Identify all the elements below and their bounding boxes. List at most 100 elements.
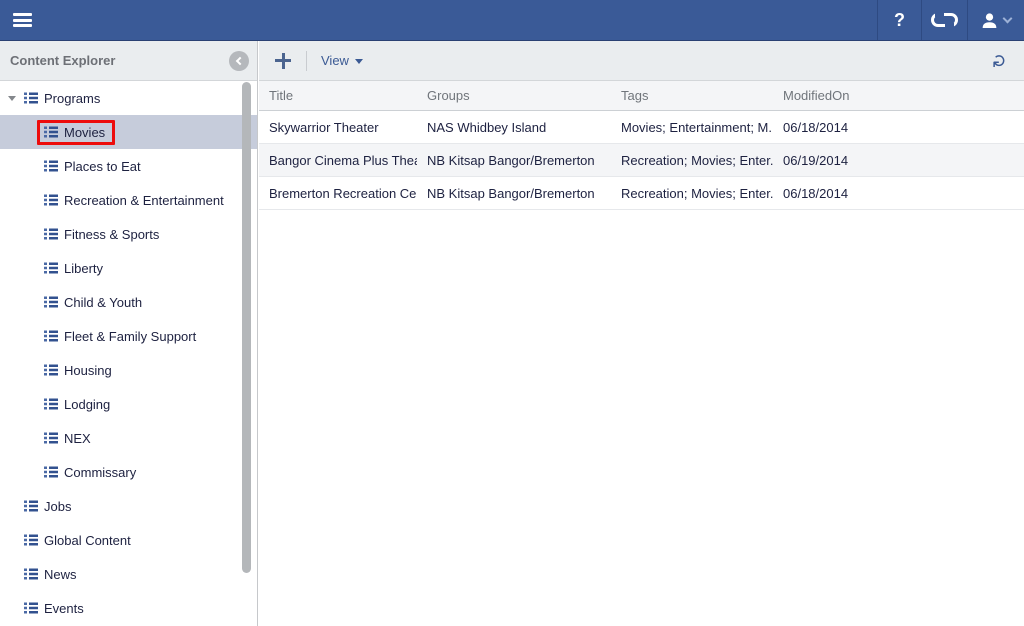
list-icon xyxy=(24,602,38,614)
sidebar-tree-item[interactable]: Liberty xyxy=(0,251,257,285)
list-icon xyxy=(44,466,58,478)
list-icon xyxy=(44,126,58,138)
user-menu-button[interactable] xyxy=(967,0,1024,40)
tree-item-inner: Fitness & Sports xyxy=(37,222,169,247)
sidebar-tree-item[interactable]: Movies xyxy=(0,115,257,149)
tree-item-inner: Programs xyxy=(17,86,110,111)
tree-item-label: Jobs xyxy=(44,499,71,514)
sidebar-tree-item[interactable]: Events xyxy=(0,591,257,625)
sidebar-tree-item[interactable]: Fleet & Family Support xyxy=(0,319,257,353)
tree-item-inner: Lodging xyxy=(37,392,120,417)
topbar-actions: ? xyxy=(877,0,1024,40)
sidebar-header: Content Explorer xyxy=(0,41,257,81)
sidebar-tree-item[interactable]: Child & Youth xyxy=(0,285,257,319)
sidebar-tree-item[interactable]: Housing xyxy=(0,353,257,387)
plus-icon xyxy=(275,53,291,69)
sidebar-tree-item[interactable]: Global Content xyxy=(0,523,257,557)
column-header[interactable]: Title xyxy=(259,88,417,103)
tree-item-label: Events xyxy=(44,601,84,616)
tree-item-inner: Recreation & Entertainment xyxy=(37,188,234,213)
tree-item-label: Lodging xyxy=(64,397,110,412)
sidebar-tree-item[interactable]: Places to Eat xyxy=(0,149,257,183)
help-button[interactable]: ? xyxy=(877,0,921,40)
hamburger-icon xyxy=(13,11,32,30)
chevron-down-icon xyxy=(1002,13,1012,23)
list-icon xyxy=(24,92,38,104)
list-icon xyxy=(44,194,58,206)
tree-item-inner: NEX xyxy=(37,426,101,451)
refresh-button[interactable]: ↻ xyxy=(988,48,1014,74)
sidebar-tree-item[interactable]: Lodging xyxy=(0,387,257,421)
table-cell: Bangor Cinema Plus Thea... xyxy=(259,153,417,168)
list-icon xyxy=(44,398,58,410)
column-header[interactable]: Groups xyxy=(417,88,611,103)
table-row[interactable]: Bremerton Recreation Ce...NB Kitsap Bang… xyxy=(259,177,1024,210)
tree-item-label: Liberty xyxy=(64,261,103,276)
tree-item-label: Places to Eat xyxy=(64,159,141,174)
tree-item-label: Recreation & Entertainment xyxy=(64,193,224,208)
sidebar-tree-item[interactable]: News xyxy=(0,557,257,591)
list-icon xyxy=(44,160,58,172)
tree-item-label: Child & Youth xyxy=(64,295,142,310)
tree-item-label: Programs xyxy=(44,91,100,106)
chevron-down-icon xyxy=(355,59,363,64)
preview-button[interactable] xyxy=(921,0,967,40)
add-button[interactable] xyxy=(270,48,296,74)
table-cell: 06/19/2014 xyxy=(773,153,1024,168)
table-body: Skywarrior TheaterNAS Whidbey IslandMovi… xyxy=(259,111,1024,210)
table-cell: Bremerton Recreation Ce... xyxy=(259,186,417,201)
table-cell: Recreation; Movies; Enter... xyxy=(611,186,773,201)
column-header[interactable]: Tags xyxy=(611,88,773,103)
list-icon xyxy=(24,500,38,512)
table-cell: Skywarrior Theater xyxy=(259,120,417,135)
table-row[interactable]: Skywarrior TheaterNAS Whidbey IslandMovi… xyxy=(259,111,1024,144)
sidebar-scrollbar-thumb[interactable] xyxy=(242,82,251,573)
main-toolbar: View ↻ xyxy=(259,41,1024,81)
tree-item-inner: Liberty xyxy=(37,256,113,281)
help-icon: ? xyxy=(894,10,905,31)
sidebar-tree-item[interactable]: Programs xyxy=(0,81,257,115)
sidebar-tree-item[interactable]: NEX xyxy=(0,421,257,455)
table-cell: Movies; Entertainment; M... xyxy=(611,120,773,135)
column-header[interactable]: ModifiedOn xyxy=(773,88,1024,103)
list-icon xyxy=(44,330,58,342)
sidebar-collapse-button[interactable] xyxy=(229,51,249,71)
table-header-row: TitleGroupsTagsModifiedOn xyxy=(259,81,1024,111)
tree-item-inner: Movies xyxy=(37,120,115,145)
top-app-bar: ? xyxy=(0,0,1024,41)
sidebar-tree-item[interactable]: Recreation & Entertainment xyxy=(0,183,257,217)
tree-item-inner: Fleet & Family Support xyxy=(37,324,206,349)
tree-item-inner: Child & Youth xyxy=(37,290,152,315)
tree-item-inner: Events xyxy=(17,596,94,621)
tree-item-label: Housing xyxy=(64,363,112,378)
sidebar-tree-item[interactable]: Jobs xyxy=(0,489,257,523)
user-icon xyxy=(982,13,997,28)
view-dropdown-button[interactable]: View xyxy=(321,53,363,68)
triangle-down-icon xyxy=(8,96,16,101)
table-cell: NAS Whidbey Island xyxy=(417,120,611,135)
content-explorer-sidebar: Content Explorer Programs Movies xyxy=(0,41,258,626)
tree-item-label: Movies xyxy=(64,125,105,140)
tree-item-label: Global Content xyxy=(44,533,131,548)
sidebar-tree-item[interactable]: Fitness & Sports xyxy=(0,217,257,251)
table-cell: 06/18/2014 xyxy=(773,120,1024,135)
tree-item-label: NEX xyxy=(64,431,91,446)
list-icon xyxy=(24,534,38,546)
chevron-left-icon xyxy=(236,56,244,64)
table-row[interactable]: Bangor Cinema Plus Thea...NB Kitsap Bang… xyxy=(259,144,1024,177)
list-icon xyxy=(44,296,58,308)
sidebar-title: Content Explorer xyxy=(10,53,115,68)
table-cell: 06/18/2014 xyxy=(773,186,1024,201)
tree-item-label: Commissary xyxy=(64,465,136,480)
table-cell: NB Kitsap Bangor/Bremerton xyxy=(417,186,611,201)
list-icon xyxy=(44,228,58,240)
list-icon xyxy=(44,262,58,274)
tree-item-label: Fleet & Family Support xyxy=(64,329,196,344)
menu-button[interactable] xyxy=(0,0,44,40)
tree-item-inner: Housing xyxy=(37,358,122,383)
toolbar-divider xyxy=(306,51,307,71)
tree-item-inner: Global Content xyxy=(17,528,141,553)
preview-icon xyxy=(931,13,958,27)
sidebar-tree-item[interactable]: Commissary xyxy=(0,455,257,489)
tree-item-label: News xyxy=(44,567,77,582)
